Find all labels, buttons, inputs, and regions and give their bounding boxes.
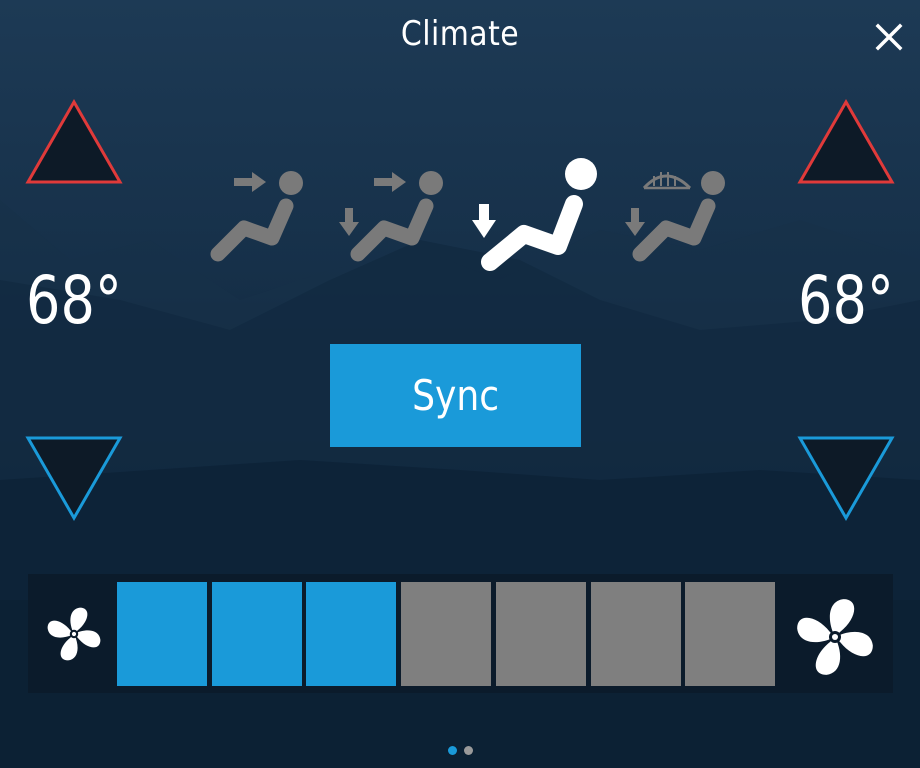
right-temperature: 68°	[798, 262, 894, 339]
fan-speed-bar	[28, 574, 893, 693]
airflow-face-feet-icon	[339, 171, 443, 262]
airflow-mode-feet-button[interactable]	[466, 150, 597, 274]
right-temp-up-button[interactable]	[796, 98, 896, 188]
fan-decrease-button[interactable]	[44, 604, 104, 664]
fan-speed-segment-3[interactable]	[306, 582, 396, 686]
fan-speed-segment-6[interactable]	[591, 582, 681, 686]
airflow-mode-defrost-feet-button[interactable]	[620, 150, 732, 274]
close-button[interactable]	[866, 14, 912, 60]
airflow-face-icon	[210, 171, 303, 262]
right-temp-down-button[interactable]	[796, 432, 896, 522]
left-temperature: 68°	[26, 262, 122, 339]
left-temp-down-button[interactable]	[24, 432, 124, 522]
fan-increase-button[interactable]	[792, 594, 878, 680]
airflow-mode-face-feet-button[interactable]	[336, 150, 448, 274]
triangle-up-icon	[25, 98, 123, 184]
airflow-mode-face-button[interactable]	[200, 150, 312, 274]
fan-speed-segment-4[interactable]	[401, 582, 491, 686]
page-title: Climate	[400, 14, 520, 54]
page-dot-active[interactable]	[448, 746, 457, 755]
climate-screen: Climate 68° 68° Sync	[0, 0, 920, 768]
fan-low-icon	[47, 607, 101, 661]
fan-speed-segment-5[interactable]	[496, 582, 586, 686]
sync-button[interactable]: Sync	[330, 344, 581, 447]
airflow-defrost-feet-icon	[625, 171, 725, 262]
left-temp-up-button[interactable]	[24, 98, 124, 188]
fan-speed-segment-7[interactable]	[685, 582, 775, 686]
fan-high-icon	[797, 599, 873, 675]
airflow-feet-icon	[472, 158, 597, 271]
triangle-up-icon	[797, 98, 895, 184]
fan-speed-segment-2[interactable]	[212, 582, 302, 686]
triangle-down-icon	[25, 436, 123, 522]
close-icon	[875, 23, 903, 51]
page-indicator	[446, 746, 476, 756]
fan-speed-segment-1[interactable]	[117, 582, 207, 686]
page-dot[interactable]	[464, 746, 473, 755]
triangle-down-icon	[797, 436, 895, 522]
sync-button-label: Sync	[411, 371, 500, 420]
